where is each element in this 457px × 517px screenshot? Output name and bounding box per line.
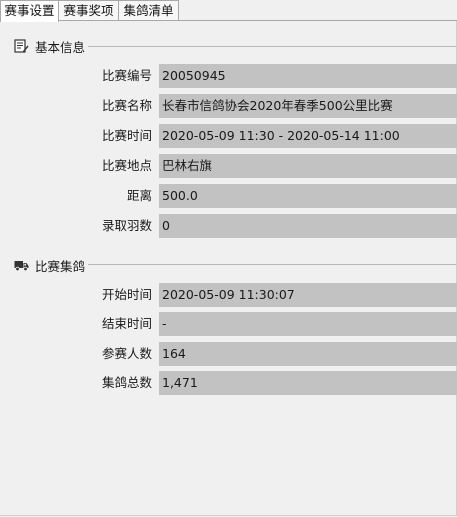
race-settings-panel: 基本信息 比赛编号 20050945 比赛名称 长春市信鸽协会2020年春季50… — [0, 21, 457, 516]
field-participant-count-value: 164 — [159, 342, 457, 366]
field-admitted-count-label: 录取羽数 — [101, 218, 152, 233]
field-pigeon-total: 集鸽总数 1,471 — [0, 371, 457, 395]
field-end-time-value: - — [159, 312, 457, 336]
field-participant-count-label: 参赛人数 — [101, 346, 152, 361]
field-participant-count: 参赛人数 164 — [0, 342, 457, 366]
field-start-time-value: 2020-05-09 11:30:07 — [159, 283, 457, 307]
field-race-time: 比赛时间 2020-05-09 11:30 - 2020-05-14 11:00 — [0, 124, 457, 148]
field-race-location-label: 比赛地点 — [101, 158, 152, 173]
field-race-id-value: 20050945 — [159, 64, 457, 88]
field-pigeon-total-value: 1,471 — [159, 371, 457, 395]
section-basic-info-divider — [88, 46, 456, 47]
field-race-location: 比赛地点 巴林右旗 — [0, 154, 457, 178]
field-distance-label: 距离 — [126, 188, 152, 203]
tab-race-awards[interactable]: 赛事奖项 — [58, 0, 119, 20]
field-race-id-label: 比赛编号 — [101, 68, 152, 83]
section-collection-header: 比赛集鸽 — [14, 257, 86, 274]
field-end-time-label: 结束时间 — [101, 316, 152, 331]
edit-document-icon — [14, 39, 29, 53]
truck-icon — [14, 258, 29, 272]
field-distance: 距离 500.0 — [0, 184, 457, 208]
field-admitted-count: 录取羽数 0 — [0, 214, 457, 238]
field-race-time-value: 2020-05-09 11:30 - 2020-05-14 11:00 — [159, 124, 457, 148]
tab-race-settings[interactable]: 赛事设置 — [0, 0, 59, 22]
field-distance-value: 500.0 — [159, 184, 457, 208]
field-start-time-label: 开始时间 — [101, 287, 152, 302]
section-collection-title: 比赛集鸽 — [35, 258, 86, 274]
field-end-time: 结束时间 - — [0, 312, 457, 336]
field-start-time: 开始时间 2020-05-09 11:30:07 — [0, 283, 457, 307]
field-pigeon-total-label: 集鸽总数 — [101, 375, 152, 390]
field-race-location-value: 巴林右旗 — [159, 154, 457, 178]
tab-bar: 赛事设置 赛事奖项 集鸽清单 — [0, 0, 457, 22]
field-race-name-value: 长春市信鸽协会2020年春季500公里比赛 — [159, 94, 457, 118]
section-basic-info-title: 基本信息 — [35, 39, 86, 55]
tab-pigeon-list[interactable]: 集鸽清单 — [118, 0, 179, 20]
section-collection-divider — [88, 264, 456, 265]
field-admitted-count-value: 0 — [159, 214, 457, 238]
field-race-name-label: 比赛名称 — [101, 98, 152, 113]
field-race-id: 比赛编号 20050945 — [0, 64, 457, 88]
field-race-name: 比赛名称 长春市信鸽协会2020年春季500公里比赛 — [0, 94, 457, 118]
section-basic-info-header: 基本信息 — [14, 38, 86, 55]
field-race-time-label: 比赛时间 — [101, 128, 152, 143]
